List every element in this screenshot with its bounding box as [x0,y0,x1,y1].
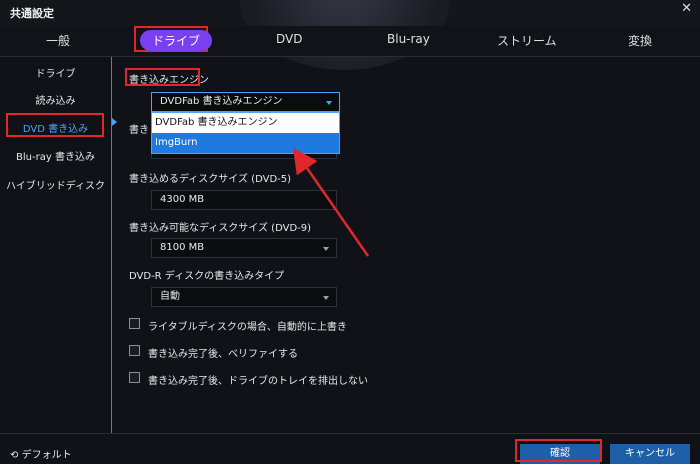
default-label: デフォルト [21,450,72,461]
tab-general[interactable]: 一般 [46,32,70,49]
sidebar-item-bluray-write[interactable]: Blu-ray 書き込み [0,148,111,163]
title-bar: 共通設定 ✕ [0,0,700,70]
default-button[interactable]: ⟲ デフォルト [10,446,72,461]
tab-stream[interactable]: ストリーム [497,32,557,49]
cancel-button[interactable]: キャンセル [610,444,690,464]
engine-option-imgburn[interactable]: ImgBurn [152,133,339,153]
engine-option-dvdfab[interactable]: DVDFab 書き込みエンジン [152,113,339,133]
reset-icon: ⟲ [10,450,19,461]
engine-label: 書き込みエンジン [129,75,209,86]
sidebar-active-highlight [6,113,104,137]
chevron-down-icon [323,247,329,251]
sidebar-item-drive[interactable]: ドライブ [0,65,111,80]
overwrite-label: ライタブルディスクの場合、自動的に上書き [148,322,347,333]
chevron-down-icon [326,101,332,105]
dvd9-size-value: 8100 MB [160,242,205,253]
verify-label: 書き込み完了後、ベリファイする [148,349,298,360]
tab-bluray[interactable]: Blu-ray [387,32,430,46]
no-eject-checkbox[interactable] [129,372,140,383]
engine-select[interactable]: DVDFab 書き込みエンジン [151,92,340,112]
verify-checkbox[interactable] [129,345,140,356]
sidebar-active-arrow-icon [112,118,117,126]
overwrite-checkbox[interactable] [129,318,140,329]
sidebar-item-read[interactable]: 読み込み [0,92,111,107]
no-eject-label: 書き込み完了後、ドライブのトレイを排出しない [148,376,368,387]
dvd9-size-select[interactable]: 8100 MB [151,238,337,258]
dvd5-size-label: 書き込めるディスクサイズ (DVD-5) [129,174,292,185]
dvd9-size-label: 書き込み可能なディスクサイズ (DVD-9) [129,223,312,234]
engine-select-value: DVDFab 書き込みエンジン [160,96,283,107]
dvd5-size-input[interactable]: 4300 MB [151,190,337,210]
window-title: 共通設定 [10,7,54,20]
engine-dropdown: DVDFab 書き込みエンジン ImgBurn [151,112,340,154]
ok-button-highlight [515,439,602,462]
chevron-down-icon [323,296,329,300]
dvd5-size-value: 4300 MB [160,194,205,205]
tab-convert[interactable]: 変換 [628,32,652,49]
close-icon[interactable]: ✕ [681,1,692,16]
tab-bar: 一般 ドライブ DVD Blu-ray ストリーム 変換 [0,26,700,57]
sidebar-item-hybrid-disc[interactable]: ハイブリッドディスク [0,177,111,192]
dvdr-type-value: 自動 [160,291,180,302]
tab-drive[interactable]: ドライブ [140,30,213,51]
write-speed-label: 書き [129,125,149,136]
tab-dvd[interactable]: DVD [276,32,302,46]
dvdr-type-select[interactable]: 自動 [151,287,337,307]
dvdr-type-label: DVD-R ディスクの書き込みタイプ [129,271,285,282]
